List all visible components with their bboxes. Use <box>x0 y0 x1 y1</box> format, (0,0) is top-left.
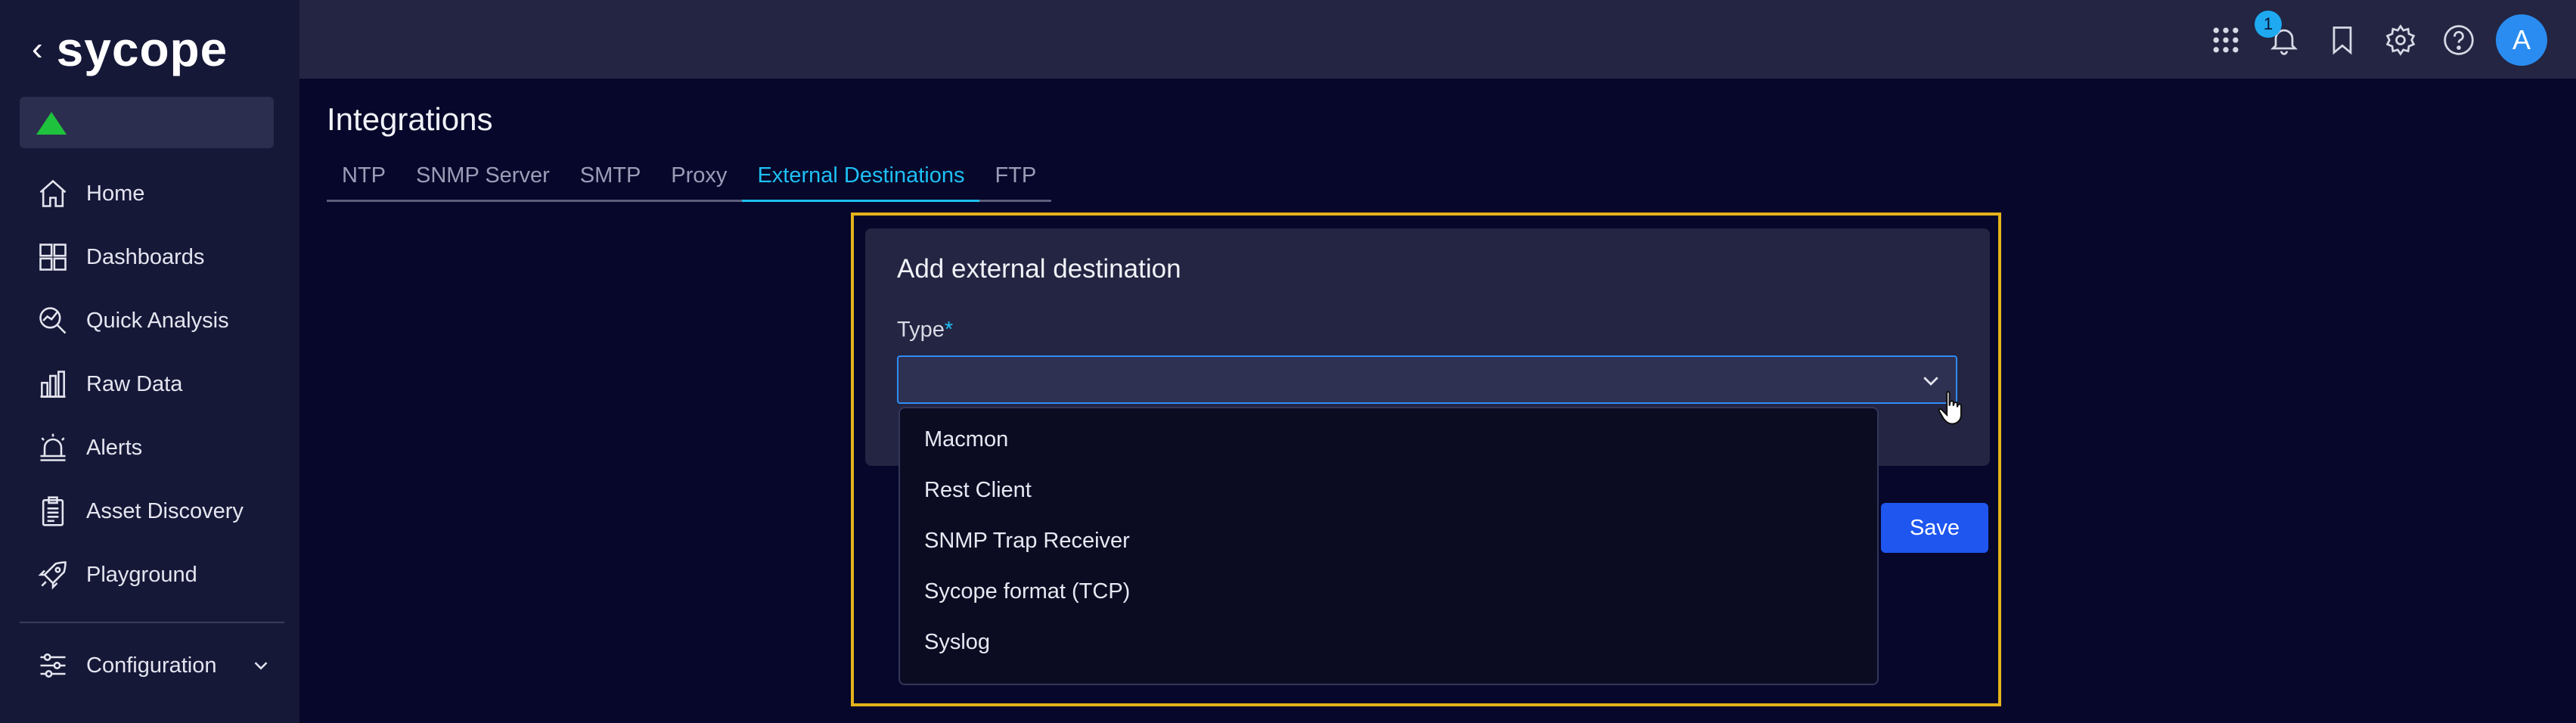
type-label-text: Type <box>897 318 945 342</box>
brand: ‹ sycope <box>32 21 228 77</box>
sidebar-item-quick-analysis[interactable]: Quick Analysis <box>20 289 284 352</box>
chevron-down-icon <box>1923 377 1938 386</box>
system-status-bar[interactable] <box>20 97 274 148</box>
sidebar-item-label: Alerts <box>86 435 143 460</box>
notification-count-badge: 1 <box>2255 11 2282 38</box>
card-title: Add external destination <box>897 254 1181 284</box>
sidebar-item-label: Raw Data <box>86 371 183 396</box>
top-bar-actions: 1 A <box>2185 11 2547 67</box>
tab-external-destinations[interactable]: External Destinations <box>742 157 980 202</box>
top-bar: 1 A <box>299 0 2576 79</box>
gear-icon[interactable] <box>2383 23 2418 57</box>
type-select[interactable] <box>897 355 1957 404</box>
sidebar: ‹ sycope Home Dashboards Quick Analysis <box>0 0 299 723</box>
sidebar-item-label: Home <box>86 181 145 206</box>
help-icon[interactable] <box>2441 23 2476 57</box>
sidebar-divider <box>20 622 284 623</box>
configuration-icon <box>35 647 71 684</box>
sidebar-item-label: Asset Discovery <box>86 498 244 523</box>
tab-smtp[interactable]: SMTP <box>565 157 656 200</box>
tab-ntp[interactable]: NTP <box>327 157 401 200</box>
tab-ftp[interactable]: FTP <box>979 157 1051 200</box>
sidebar-item-label: Playground <box>86 562 197 587</box>
sidebar-item-alerts[interactable]: Alerts <box>20 416 284 479</box>
hand-cursor-icon <box>1938 391 1963 425</box>
alerts-icon <box>35 430 71 466</box>
sidebar-item-asset-discovery[interactable]: Asset Discovery <box>20 479 284 543</box>
dropdown-option[interactable]: Sycope format (TCP) <box>900 566 1877 617</box>
notifications-button[interactable]: 1 <box>2255 11 2301 57</box>
sidebar-item-playground[interactable]: Playground <box>20 543 284 607</box>
dropdown-option[interactable]: Macmon <box>900 414 1877 465</box>
page-title: Integrations <box>327 101 493 137</box>
sidebar-item-raw-data[interactable]: Raw Data <box>20 352 284 416</box>
sidebar-item-configuration[interactable]: Configuration <box>20 634 284 697</box>
sidebar-item-dashboards[interactable]: Dashboards <box>20 225 284 289</box>
type-dropdown-list: Macmon Rest Client SNMP Trap Receiver Sy… <box>898 407 1879 685</box>
dropdown-option[interactable]: SNMP Trap Receiver <box>900 516 1877 566</box>
asset-discovery-icon <box>35 493 71 529</box>
status-up-icon <box>36 112 67 135</box>
quick-analysis-icon <box>35 303 71 339</box>
integration-tabs: NTP SNMP Server SMTP Proxy External Dest… <box>327 157 1052 202</box>
type-field-label: Type* <box>897 318 953 343</box>
dashboards-icon <box>35 239 71 275</box>
save-button[interactable]: Save <box>1881 503 1988 553</box>
tab-proxy[interactable]: Proxy <box>656 157 742 200</box>
dropdown-option[interactable]: Rest Client <box>900 465 1877 516</box>
playground-icon <box>35 557 71 593</box>
bookmark-icon[interactable] <box>2325 23 2360 57</box>
chevron-down-icon <box>254 662 268 670</box>
dropdown-option[interactable]: Syslog <box>900 617 1877 668</box>
apps-grid-icon[interactable] <box>2208 23 2243 57</box>
sidebar-item-home[interactable]: Home <box>20 162 284 225</box>
sycope-logo[interactable]: sycope <box>57 21 228 77</box>
avatar[interactable]: A <box>2496 14 2547 66</box>
back-chevron-icon[interactable]: ‹ <box>32 33 43 66</box>
home-icon <box>35 175 71 212</box>
sidebar-item-label: Configuration <box>86 653 217 678</box>
sidebar-item-label: Quick Analysis <box>86 308 229 333</box>
required-marker: * <box>944 318 954 342</box>
tab-snmp-server[interactable]: SNMP Server <box>401 157 565 200</box>
sidebar-item-label: Dashboards <box>86 244 205 269</box>
sidebar-nav: Home Dashboards Quick Analysis Raw Data … <box>20 162 284 607</box>
raw-data-icon <box>35 366 71 402</box>
